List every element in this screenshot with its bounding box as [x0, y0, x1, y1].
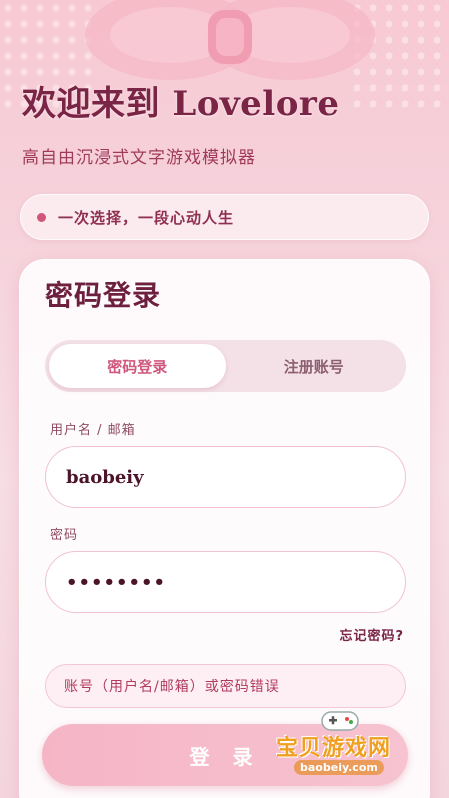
tab-register[interactable]: 注册账号: [226, 344, 403, 388]
page-title: 欢迎来到 Lovelore: [22, 84, 340, 124]
tagline-banner: 一次选择，一段心动人生: [20, 194, 429, 240]
bullet-dot-icon: [37, 212, 46, 222]
username-label: 用户名 / 邮箱: [50, 423, 136, 438]
login-card: 密码登录 密码登录 注册账号 用户名 / 邮箱 baobeiy 密码 •••••…: [19, 259, 430, 798]
tagline-text: 一次选择，一段心动人生: [58, 208, 235, 227]
page-subtitle: 高自由沉浸式文字游戏模拟器: [22, 148, 256, 168]
auth-tabs: 密码登录 注册账号: [45, 340, 406, 392]
username-field[interactable]: baobeiy: [45, 446, 406, 508]
card-title: 密码登录: [45, 279, 162, 312]
forgot-password-link[interactable]: 忘记密码?: [339, 625, 404, 644]
password-field[interactable]: ••••••••: [45, 551, 406, 613]
tab-password-login[interactable]: 密码登录: [49, 344, 226, 388]
password-label: 密码: [50, 528, 79, 543]
error-message: 账号（用户名/邮箱）或密码错误: [45, 664, 406, 708]
login-button[interactable]: 登 录: [42, 724, 408, 786]
username-value: baobeiy: [66, 466, 144, 488]
password-value: ••••••••: [66, 571, 167, 593]
